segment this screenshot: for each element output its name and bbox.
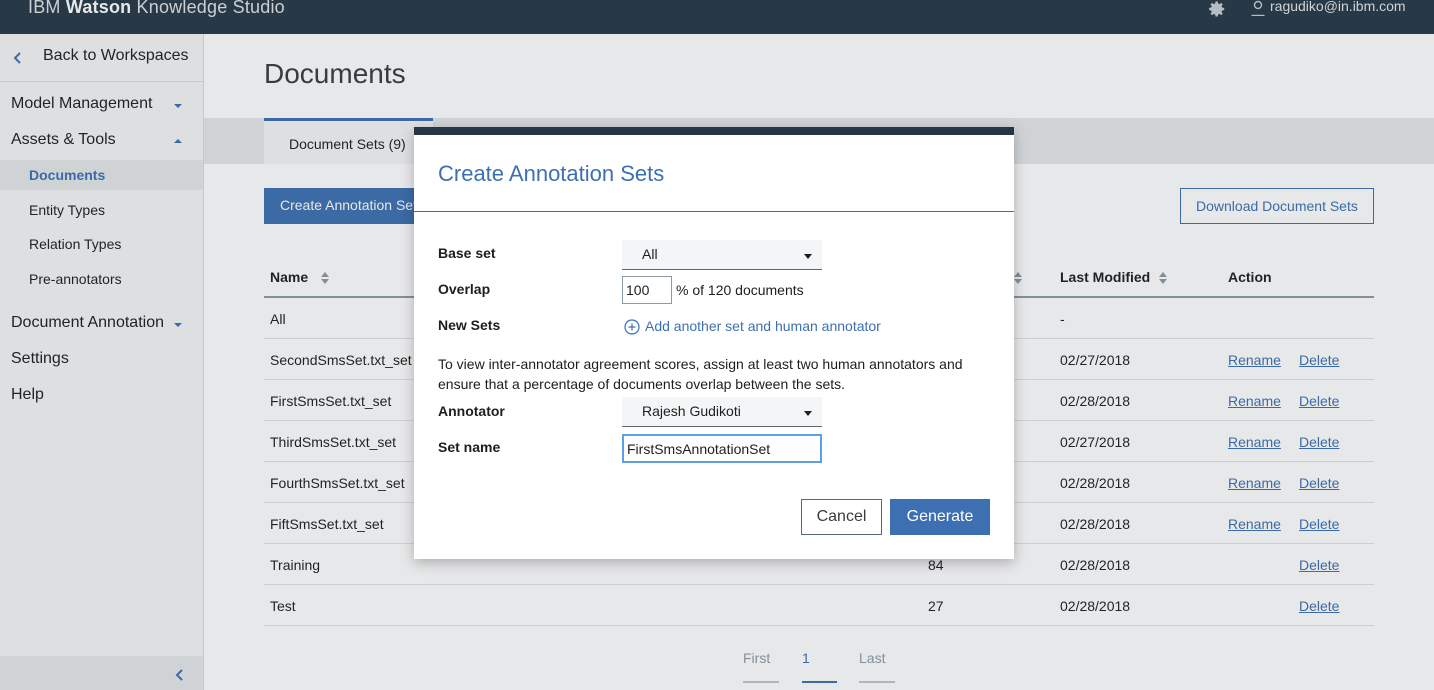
set-name-input[interactable] <box>622 434 822 463</box>
annotator-value: Rajesh Gudikoti <box>642 403 741 419</box>
new-sets-label: New Sets <box>438 317 501 333</box>
inter-annotator-info: To view inter-annotator agreement scores… <box>438 356 963 392</box>
annotator-select[interactable]: Rajesh Gudikoti <box>622 397 822 427</box>
caret-down-icon <box>804 254 812 259</box>
set-name-label: Set name <box>438 439 501 455</box>
modal-divider <box>414 211 1014 212</box>
add-another-set-label: Add another set and human annotator <box>645 318 881 334</box>
overlap-label: Overlap <box>438 281 491 297</box>
create-annotation-sets-modal: Create Annotation Sets Base set All Over… <box>414 127 1014 559</box>
overlap-input[interactable] <box>622 276 672 304</box>
modal-title: Create Annotation Sets <box>438 161 665 186</box>
generate-button[interactable]: Generate <box>890 499 990 535</box>
caret-down-icon <box>804 411 812 416</box>
cancel-button[interactable]: Cancel <box>801 499 882 535</box>
overlap-suffix: % of 120 documents <box>676 282 804 298</box>
annotator-label: Annotator <box>438 403 505 419</box>
base-set-label: Base set <box>438 245 496 261</box>
plus-circle-icon <box>624 319 640 335</box>
modal-top-bar <box>414 127 1014 135</box>
base-set-select[interactable]: All <box>622 240 822 270</box>
base-set-value: All <box>642 246 658 262</box>
